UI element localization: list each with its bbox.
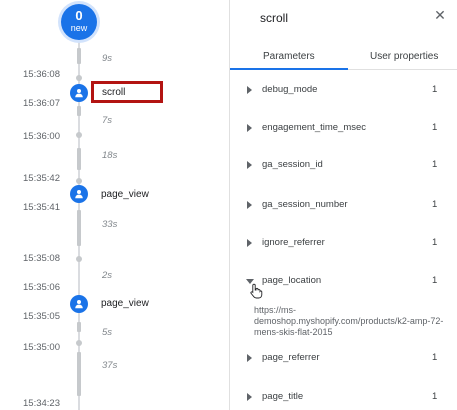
event-user-icon[interactable] <box>70 84 88 102</box>
event-title: scroll <box>260 11 289 25</box>
timeline-duration-bar <box>77 48 81 64</box>
parameter-row-page-referrer[interactable]: page_referrer 1 <box>230 351 457 367</box>
parameter-row-engagement-time-msec[interactable]: engagement_time_msec 1 <box>230 121 457 137</box>
timestamp: 15:35:06 <box>23 282 60 293</box>
hand-cursor-icon <box>250 283 263 299</box>
timeline-dot <box>76 340 82 346</box>
tab-user-properties[interactable]: User properties <box>370 51 438 62</box>
event-item-page-view[interactable]: page_view <box>101 298 149 309</box>
new-events-badge[interactable]: 0 new <box>61 4 97 40</box>
parameter-row-ga-session-id[interactable]: ga_session_id 1 <box>230 158 457 174</box>
parameter-count: 1 <box>432 199 438 210</box>
parameter-name: debug_mode <box>262 84 318 95</box>
timestamp: 15:35:00 <box>23 342 60 353</box>
chevron-right-icon <box>247 161 252 169</box>
chevron-right-icon <box>247 239 252 247</box>
timeline-duration-bar <box>77 352 81 396</box>
event-gap-duration: 2s <box>102 270 113 281</box>
timeline-dot <box>76 75 82 81</box>
parameter-count: 1 <box>432 84 438 95</box>
timeline-dot <box>76 256 82 262</box>
chevron-right-icon <box>247 86 252 94</box>
timeline-duration-bar <box>77 148 81 170</box>
timeline-duration-bar <box>77 210 81 246</box>
timeline-duration-bar <box>77 106 81 116</box>
person-icon <box>75 300 83 309</box>
parameter-row-ga-session-number[interactable]: ga_session_number 1 <box>230 198 457 214</box>
details-tabs: Parameters User properties <box>230 48 457 70</box>
event-gap-duration: 9s <box>102 53 113 64</box>
timestamp: 15:35:05 <box>23 311 60 322</box>
timestamp: 15:35:08 <box>23 253 60 264</box>
person-icon <box>75 89 83 98</box>
event-gap-duration: 5s <box>102 327 113 338</box>
chevron-right-icon <box>247 201 252 209</box>
new-events-label: new <box>70 23 88 33</box>
chevron-right-icon <box>247 393 252 401</box>
parameter-name: ga_session_id <box>262 159 323 170</box>
parameter-count: 1 <box>432 237 438 248</box>
timestamp: 15:36:08 <box>23 69 60 80</box>
timestamp: 15:35:42 <box>23 173 60 184</box>
parameter-count: 1 <box>432 159 438 170</box>
active-tab-indicator <box>230 68 348 70</box>
parameter-count: 1 <box>432 391 438 402</box>
timestamp: 15:34:23 <box>23 398 60 409</box>
parameter-count: 1 <box>432 122 438 133</box>
event-item-scroll-selected[interactable]: scroll <box>91 81 163 103</box>
event-user-icon[interactable] <box>70 295 88 313</box>
parameter-count: 1 <box>432 352 438 363</box>
event-gap-duration: 33s <box>102 219 118 230</box>
timestamp: 15:35:41 <box>23 202 60 213</box>
parameter-count: 1 <box>432 275 438 286</box>
event-gap-duration: 37s <box>102 360 118 371</box>
tab-parameters[interactable]: Parameters <box>263 51 315 62</box>
event-item-page-view[interactable]: page_view <box>101 189 149 200</box>
event-timeline: 0 new 9s 7s 18s 33s 2s 5s 37s 15:36:08 1… <box>0 0 229 410</box>
event-details-panel: scroll ✕ Parameters User properties debu… <box>230 0 457 410</box>
event-gap-duration: 7s <box>102 115 113 126</box>
page-location-value: https://ms-demoshop.myshopify.com/produc… <box>254 305 444 337</box>
parameter-row-page-location[interactable]: page_location 1 <box>230 274 457 290</box>
new-events-count: 0 <box>75 8 83 23</box>
parameter-name: page_location <box>262 275 322 286</box>
timestamp: 15:36:07 <box>23 98 60 109</box>
person-icon <box>75 190 83 199</box>
parameter-name: engagement_time_msec <box>262 122 367 133</box>
timeline-duration-bar <box>77 322 81 332</box>
event-user-icon[interactable] <box>70 185 88 203</box>
parameter-name: page_referrer <box>262 352 320 363</box>
timestamp: 15:36:00 <box>23 131 60 142</box>
parameter-row-ignore-referrer[interactable]: ignore_referrer 1 <box>230 236 457 252</box>
event-label: scroll <box>102 87 126 98</box>
event-gap-duration: 18s <box>102 150 118 161</box>
parameter-row-debug-mode[interactable]: debug_mode 1 <box>230 83 457 99</box>
chevron-right-icon <box>247 124 252 132</box>
timeline-dot <box>76 178 82 184</box>
chevron-right-icon <box>247 354 252 362</box>
parameter-name: ignore_referrer <box>262 237 325 248</box>
timeline-dot <box>76 132 82 138</box>
parameter-name: ga_session_number <box>262 199 348 210</box>
parameter-name: page_title <box>262 391 304 402</box>
parameter-row-page-title[interactable]: page_title 1 <box>230 390 457 406</box>
close-icon[interactable]: ✕ <box>433 8 447 22</box>
